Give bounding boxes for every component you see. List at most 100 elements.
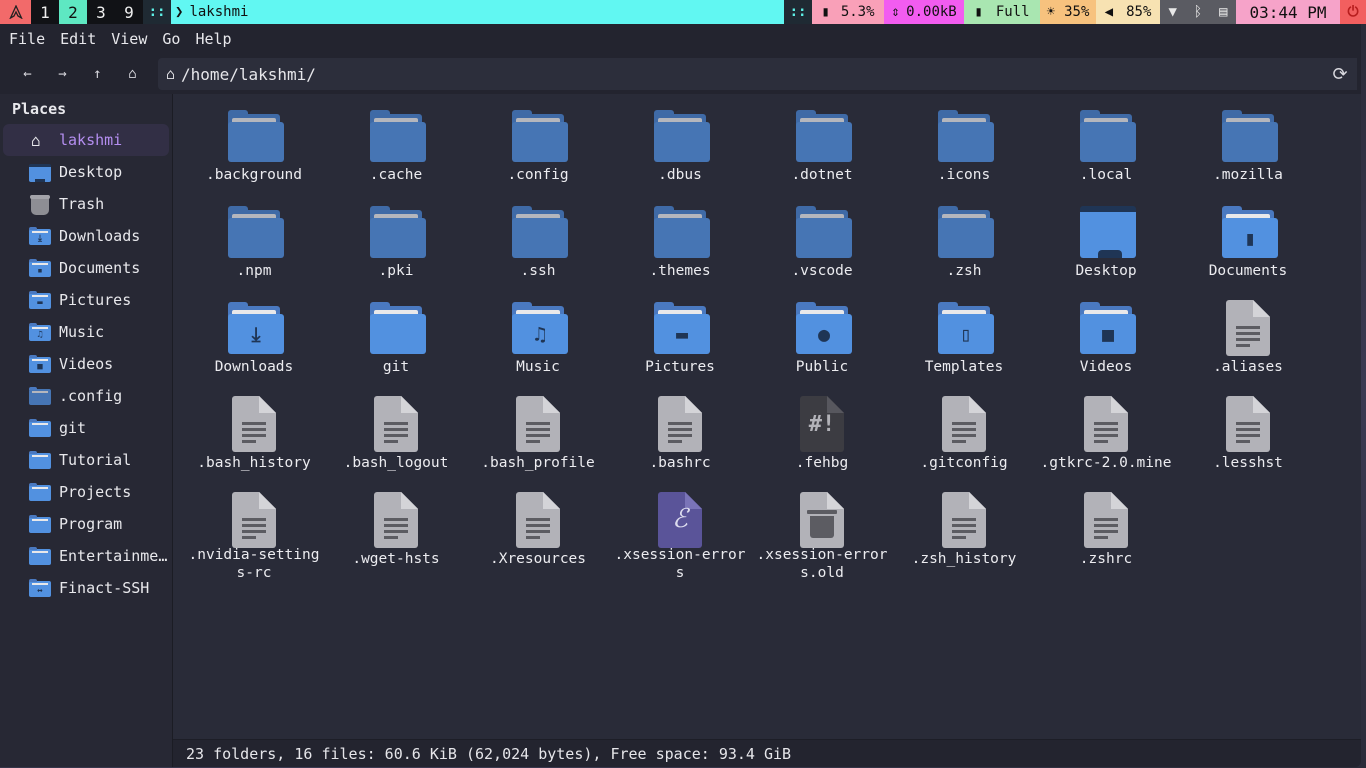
sidebar-item-lakshmi[interactable]: ⌂ lakshmi	[3, 124, 169, 156]
location-bar[interactable]: ⌂ /home/lakshmi/ ⟳	[158, 58, 1357, 90]
file-name: .local	[1079, 167, 1133, 183]
separator: ::	[784, 0, 812, 24]
file-item[interactable]: git	[325, 294, 467, 390]
sidebar-item-git[interactable]: git	[3, 412, 169, 444]
sidebar-item-projects[interactable]: Projects	[3, 476, 169, 508]
arch-linux-icon[interactable]	[0, 0, 31, 24]
clock[interactable]: 03:44 PM	[1236, 0, 1340, 24]
brightness-widget[interactable]: ☀ 35%	[1040, 0, 1096, 24]
location-path[interactable]: /home/lakshmi/	[181, 65, 1323, 84]
pictures-folder-icon: ▬	[29, 291, 51, 309]
file-item[interactable]: .bash_profile	[467, 390, 609, 486]
file-item[interactable]: .nvidia-settings-rc	[183, 486, 325, 582]
file-view[interactable]: .background .cache .config .dbus .dotnet .ico…	[173, 94, 1361, 767]
home-button[interactable]: ⌂	[115, 59, 150, 89]
file-item[interactable]: .lesshst	[1177, 390, 1319, 486]
file-item[interactable]: .zsh	[893, 198, 1035, 294]
downloads-folder-icon: ⤓	[29, 227, 51, 245]
file-item[interactable]: .cache	[325, 102, 467, 198]
file-item[interactable]: .zsh_history	[893, 486, 1035, 582]
file-item[interactable]: .local	[1035, 102, 1177, 198]
file-item[interactable]: .vscode	[751, 198, 893, 294]
sidebar-item-music[interactable]: ♫ Music	[3, 316, 169, 348]
file-item[interactable]: ♫ Music	[467, 294, 609, 390]
file-item[interactable]: .bash_logout	[325, 390, 467, 486]
folder-icon	[934, 202, 994, 262]
menu-help[interactable]: Help	[195, 30, 231, 48]
file-item[interactable]: .dbus	[609, 102, 751, 198]
updown-arrows-icon: ⇕	[891, 4, 900, 20]
sidebar-item-downloads[interactable]: ⤓ Downloads	[3, 220, 169, 252]
sidebar-item-label: Desktop	[59, 163, 123, 181]
file-item[interactable]: .ssh	[467, 198, 609, 294]
workspace-2[interactable]: 2	[59, 0, 87, 24]
sidebar-item-tutorial[interactable]: Tutorial	[3, 444, 169, 476]
file-item[interactable]: .gtkrc-2.0.mine	[1035, 390, 1177, 486]
file-item[interactable]: .background	[183, 102, 325, 198]
layout-indicator[interactable]: ::	[143, 0, 171, 24]
text-file-icon	[1076, 394, 1136, 454]
text-file-icon	[224, 490, 284, 548]
desktop-folder-icon	[1076, 202, 1136, 262]
sidebar-item-desktop[interactable]: Desktop	[3, 156, 169, 188]
file-item[interactable]: .gitconfig	[893, 390, 1035, 486]
menu-view[interactable]: View	[111, 30, 147, 48]
file-item[interactable]: .wget-hsts	[325, 486, 467, 582]
file-item[interactable]: #! .fehbg	[751, 390, 893, 486]
back-button[interactable]: ←	[10, 59, 45, 89]
menu-go[interactable]: Go	[162, 30, 180, 48]
sidebar-item-program[interactable]: Program	[3, 508, 169, 540]
cpu-widget[interactable]: ▮ 5.3%	[812, 0, 884, 24]
reload-icon[interactable]: ⟳	[1323, 64, 1357, 85]
window-title: ❯ lakshmi	[171, 0, 761, 24]
power-icon[interactable]: ⏻	[1340, 0, 1366, 24]
sidebar-item-trash[interactable]: Trash	[3, 188, 169, 220]
file-item[interactable]: .config	[467, 102, 609, 198]
sidebar-item-pictures[interactable]: ▬ Pictures	[3, 284, 169, 316]
sidebar-item-videos[interactable]: ■ Videos	[3, 348, 169, 380]
file-item[interactable]: .themes	[609, 198, 751, 294]
workspace-3[interactable]: 3	[87, 0, 115, 24]
file-item[interactable]: ▯ Templates	[893, 294, 1035, 390]
file-item[interactable]: ■ Videos	[1035, 294, 1177, 390]
file-item[interactable]: .npm	[183, 198, 325, 294]
file-item[interactable]: ▮ Documents	[1177, 198, 1319, 294]
file-item[interactable]: .icons	[893, 102, 1035, 198]
wifi-icon[interactable]: ▼	[1168, 4, 1176, 20]
sidebar-item-config[interactable]: .config	[3, 380, 169, 412]
volume-widget[interactable]: ◀ 85%	[1096, 0, 1160, 24]
folder-icon	[29, 451, 51, 469]
sidebar-item-label: Projects	[59, 483, 132, 501]
menu-edit[interactable]: Edit	[60, 30, 96, 48]
network-widget[interactable]: ⇕ 0.00kB	[884, 0, 964, 24]
file-item[interactable]: .dotnet	[751, 102, 893, 198]
sidebar-item-documents[interactable]: ▪ Documents	[3, 252, 169, 284]
battery-widget[interactable]: ▮ Full	[964, 0, 1040, 24]
file-item[interactable]: ● Public	[751, 294, 893, 390]
file-item[interactable]: .Xresources	[467, 486, 609, 582]
file-item[interactable]: .bashrc	[609, 390, 751, 486]
file-item[interactable]: ▬ Pictures	[609, 294, 751, 390]
file-item[interactable]: .aliases	[1177, 294, 1319, 390]
file-name: .cache	[369, 167, 423, 183]
forward-button[interactable]: →	[45, 59, 80, 89]
workspace-9[interactable]: 9	[115, 0, 143, 24]
file-item[interactable]: Desktop	[1035, 198, 1177, 294]
folder-icon	[29, 483, 51, 501]
file-item[interactable]: ⤓ Downloads	[183, 294, 325, 390]
file-item[interactable]: .xsession-errors.old	[751, 486, 893, 582]
home-icon: ⌂	[31, 131, 41, 150]
file-item[interactable]: .bash_history	[183, 390, 325, 486]
bluetooth-icon[interactable]: ᛒ	[1194, 4, 1202, 20]
file-item[interactable]: .zshrc	[1035, 486, 1177, 582]
window-title-text: lakshmi	[189, 4, 249, 20]
clipboard-icon[interactable]: ▤	[1219, 4, 1227, 20]
up-button[interactable]: ↑	[80, 59, 115, 89]
sidebar-item-finact-ssh[interactable]: ↔ Finact-SSH	[3, 572, 169, 604]
file-item[interactable]: .pki	[325, 198, 467, 294]
sidebar-item-entertainme[interactable]: Entertainme…	[3, 540, 169, 572]
menu-file[interactable]: File	[9, 30, 45, 48]
file-item[interactable]: ℰ .xsession-errors	[609, 486, 751, 582]
file-item[interactable]: .mozilla	[1177, 102, 1319, 198]
workspace-1[interactable]: 1	[31, 0, 59, 24]
